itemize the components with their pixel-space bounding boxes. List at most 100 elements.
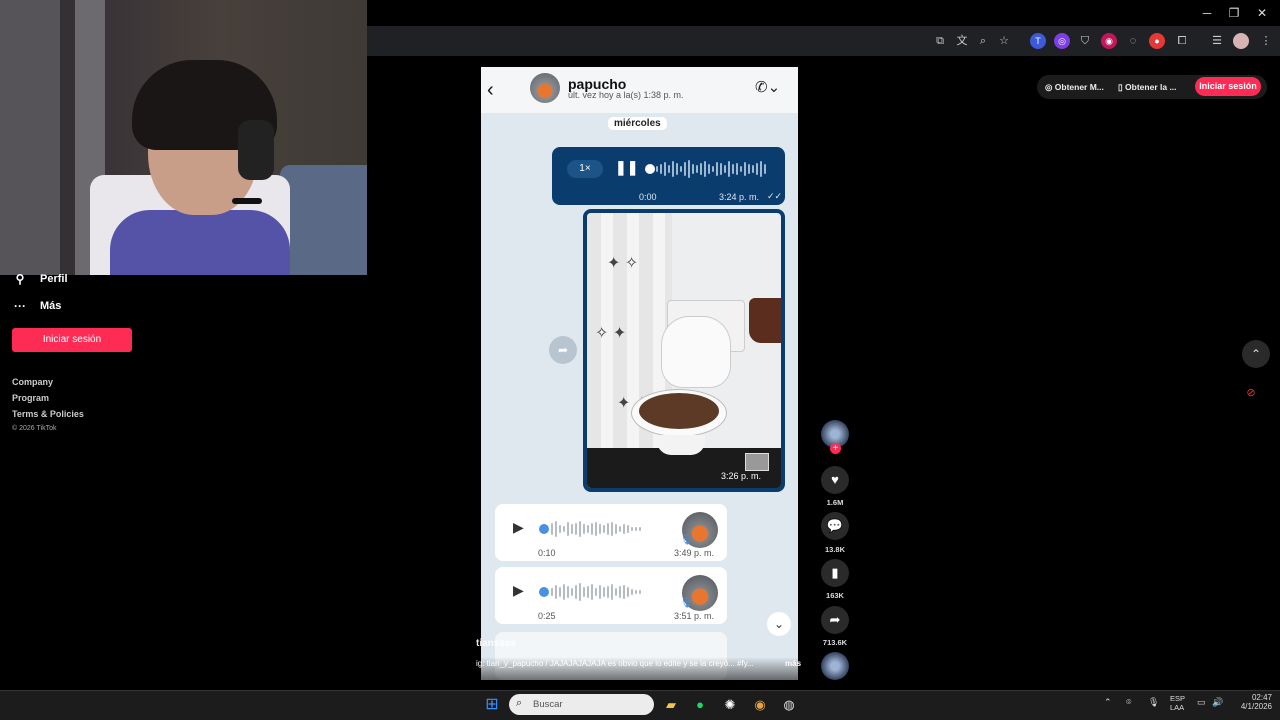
contact-status: últ. vez hoy a la(s) 1:38 p. m. (568, 90, 684, 100)
toilet-lid (661, 316, 731, 388)
waveform (551, 520, 641, 538)
translate-icon[interactable]: 文 (954, 33, 970, 49)
phone-icon: ✆⌄ (755, 79, 781, 96)
playhead-dot (645, 164, 655, 174)
get-app-label: Obtener la ... (1125, 82, 1177, 92)
music-disc-avatar[interactable] (821, 652, 849, 680)
message-time: 3:26 p. m. (721, 471, 762, 481)
zoom-icon[interactable]: ⌕ (975, 33, 991, 49)
more-icon: ··· (14, 299, 26, 313)
playback-speed-chip: 1× (567, 160, 603, 178)
comment-button[interactable]: 💬 (821, 512, 849, 540)
save-button[interactable]: ▮ (821, 559, 849, 587)
share-count: 713.6K (822, 638, 848, 647)
get-coins-label: Obtener M... (1054, 82, 1104, 92)
voice-duration: 0:25 (538, 611, 556, 621)
sidebar-item-label: Más (40, 300, 62, 312)
footer-link-program[interactable]: Program (12, 393, 49, 403)
video-caption: ig: tian_y_papucho / JAJAJAJAJAJA es obv… (476, 659, 754, 668)
forward-icon: ➦ (549, 336, 577, 364)
chrome-icon[interactable]: ◉ (750, 695, 770, 715)
extensions-puzzle-icon[interactable]: ⧠ (1174, 33, 1190, 49)
network-icon[interactable]: ⌾ (1126, 697, 1131, 708)
header-login-button[interactable]: Iniciar sesión (1195, 77, 1261, 96)
webcam-headset (238, 120, 274, 180)
scroll-down-icon: ⌄ (767, 612, 791, 636)
display-icon[interactable]: ▭ (1197, 697, 1206, 708)
floor-drain (745, 453, 769, 471)
chatgpt-icon[interactable]: ✺ (720, 695, 740, 715)
waveform (656, 160, 766, 178)
webcam-chair (280, 165, 367, 275)
outgoing-voice-message: 1× ❚❚ 0:00 3:24 p. m. ✓✓ (552, 147, 785, 205)
caption-more-link[interactable]: más (785, 659, 801, 668)
app-icon[interactable]: ◍ (779, 695, 799, 715)
message-time: 3:51 p. m. (674, 611, 715, 621)
follow-plus-icon[interactable]: + (830, 443, 841, 454)
extension-icon[interactable]: T (1030, 33, 1046, 49)
butterfly-pattern: ✦ ✧ (607, 255, 639, 272)
copyright-text: © 2026 TikTok (12, 425, 57, 432)
mute-icon[interactable]: ⊘ (1243, 386, 1259, 402)
volume-icon[interactable]: 🔊 (1212, 697, 1223, 708)
browser-title-bar (367, 0, 1280, 26)
voice-duration: 0:10 (538, 548, 556, 558)
footer-link-company[interactable]: Company (12, 377, 53, 387)
extension-icon[interactable]: ● (1149, 33, 1165, 49)
reading-list-icon[interactable]: ☰ (1209, 33, 1225, 49)
tray-chevron-icon[interactable]: ⌃ (1104, 697, 1112, 708)
file-explorer-icon[interactable]: ▰ (661, 695, 681, 715)
language-indicator[interactable]: ESP LAA (1170, 694, 1185, 712)
previous-video-button[interactable]: ⌃ (1242, 340, 1270, 368)
extension-icon[interactable]: ◉ (1101, 33, 1117, 49)
sidebar-item-more[interactable]: ··· Más (14, 296, 61, 316)
message-time: 3:49 p. m. (674, 548, 715, 558)
extension-icon[interactable]: ◎ (1054, 33, 1070, 49)
browser-toolbar (367, 26, 1280, 56)
incoming-voice-message: ▶ 🎙 0:25 3:51 p. m. (495, 567, 727, 624)
maximize-icon[interactable]: ❐ (1222, 5, 1246, 21)
message-time: 3:24 p. m. (719, 192, 760, 202)
like-button[interactable]: ♥ (821, 466, 849, 494)
footer-link-terms[interactable]: Terms & Policies (12, 409, 84, 419)
sidebar-item-label: Perfil (40, 273, 68, 285)
save-count: 163K (826, 591, 844, 600)
get-app-button[interactable]: ▯ Obtener la ... (1118, 78, 1177, 96)
extension-shield-icon[interactable]: ⛉ (1077, 33, 1093, 49)
person-icon: ⚲ (15, 272, 25, 286)
minimize-icon[interactable]: ─ (1195, 5, 1219, 21)
webcam-headset-mic (232, 198, 262, 204)
menu-kebab-icon[interactable]: ⋮ (1258, 33, 1274, 49)
profile-avatar[interactable] (1233, 33, 1249, 49)
windows-start-icon[interactable]: ⊞ (482, 695, 502, 715)
install-app-icon[interactable]: ⧉ (932, 33, 948, 49)
webcam-wall (0, 0, 60, 275)
mic-tray-icon[interactable]: 🎙 (1148, 697, 1159, 708)
login-button[interactable]: Iniciar sesión (12, 328, 132, 352)
playhead-dot (539, 524, 549, 534)
video-author[interactable]: tianssss (476, 638, 516, 649)
get-coins-button[interactable]: ◎ Obtener M... (1045, 78, 1104, 96)
toilet-bowl-content (639, 393, 719, 429)
double-check-icon: ✓✓ (767, 191, 783, 201)
voice-elapsed: 0:00 (639, 192, 657, 202)
clock-time: 02:47 (1251, 693, 1272, 702)
video-player[interactable]: ‹ papucho últ. vez hoy a la(s) 1:38 p. m… (481, 67, 798, 680)
toilet-photo: ✦ ✧ ✧ ✦ ✦ ✧ 3:26 p. m. (587, 213, 781, 488)
share-button[interactable]: ➦ (821, 606, 849, 634)
incoming-voice-message: ▶ 🎙 0:10 3:49 p. m. (495, 504, 727, 561)
extension-icon[interactable]: ◌ (1125, 33, 1141, 49)
spotify-icon[interactable]: ● (690, 695, 710, 715)
pause-icon: ❚❚ (615, 159, 639, 175)
close-icon[interactable]: ✕ (1250, 5, 1274, 21)
bookmark-star-icon[interactable]: ☆ (996, 33, 1012, 49)
clock[interactable]: 02:47 4/1/2026 (1232, 693, 1272, 711)
sidebar-item-profile[interactable]: ⚲ Perfil (14, 269, 68, 289)
webcam-person-shirt (110, 210, 290, 275)
sink (749, 298, 781, 343)
mic-icon: 🎙 (680, 598, 693, 609)
comment-count: 13.8K (824, 545, 845, 554)
play-icon: ▶ (513, 519, 524, 535)
search-icon: ⌕ (516, 697, 523, 709)
taskbar-search[interactable]: Buscar (509, 694, 654, 715)
